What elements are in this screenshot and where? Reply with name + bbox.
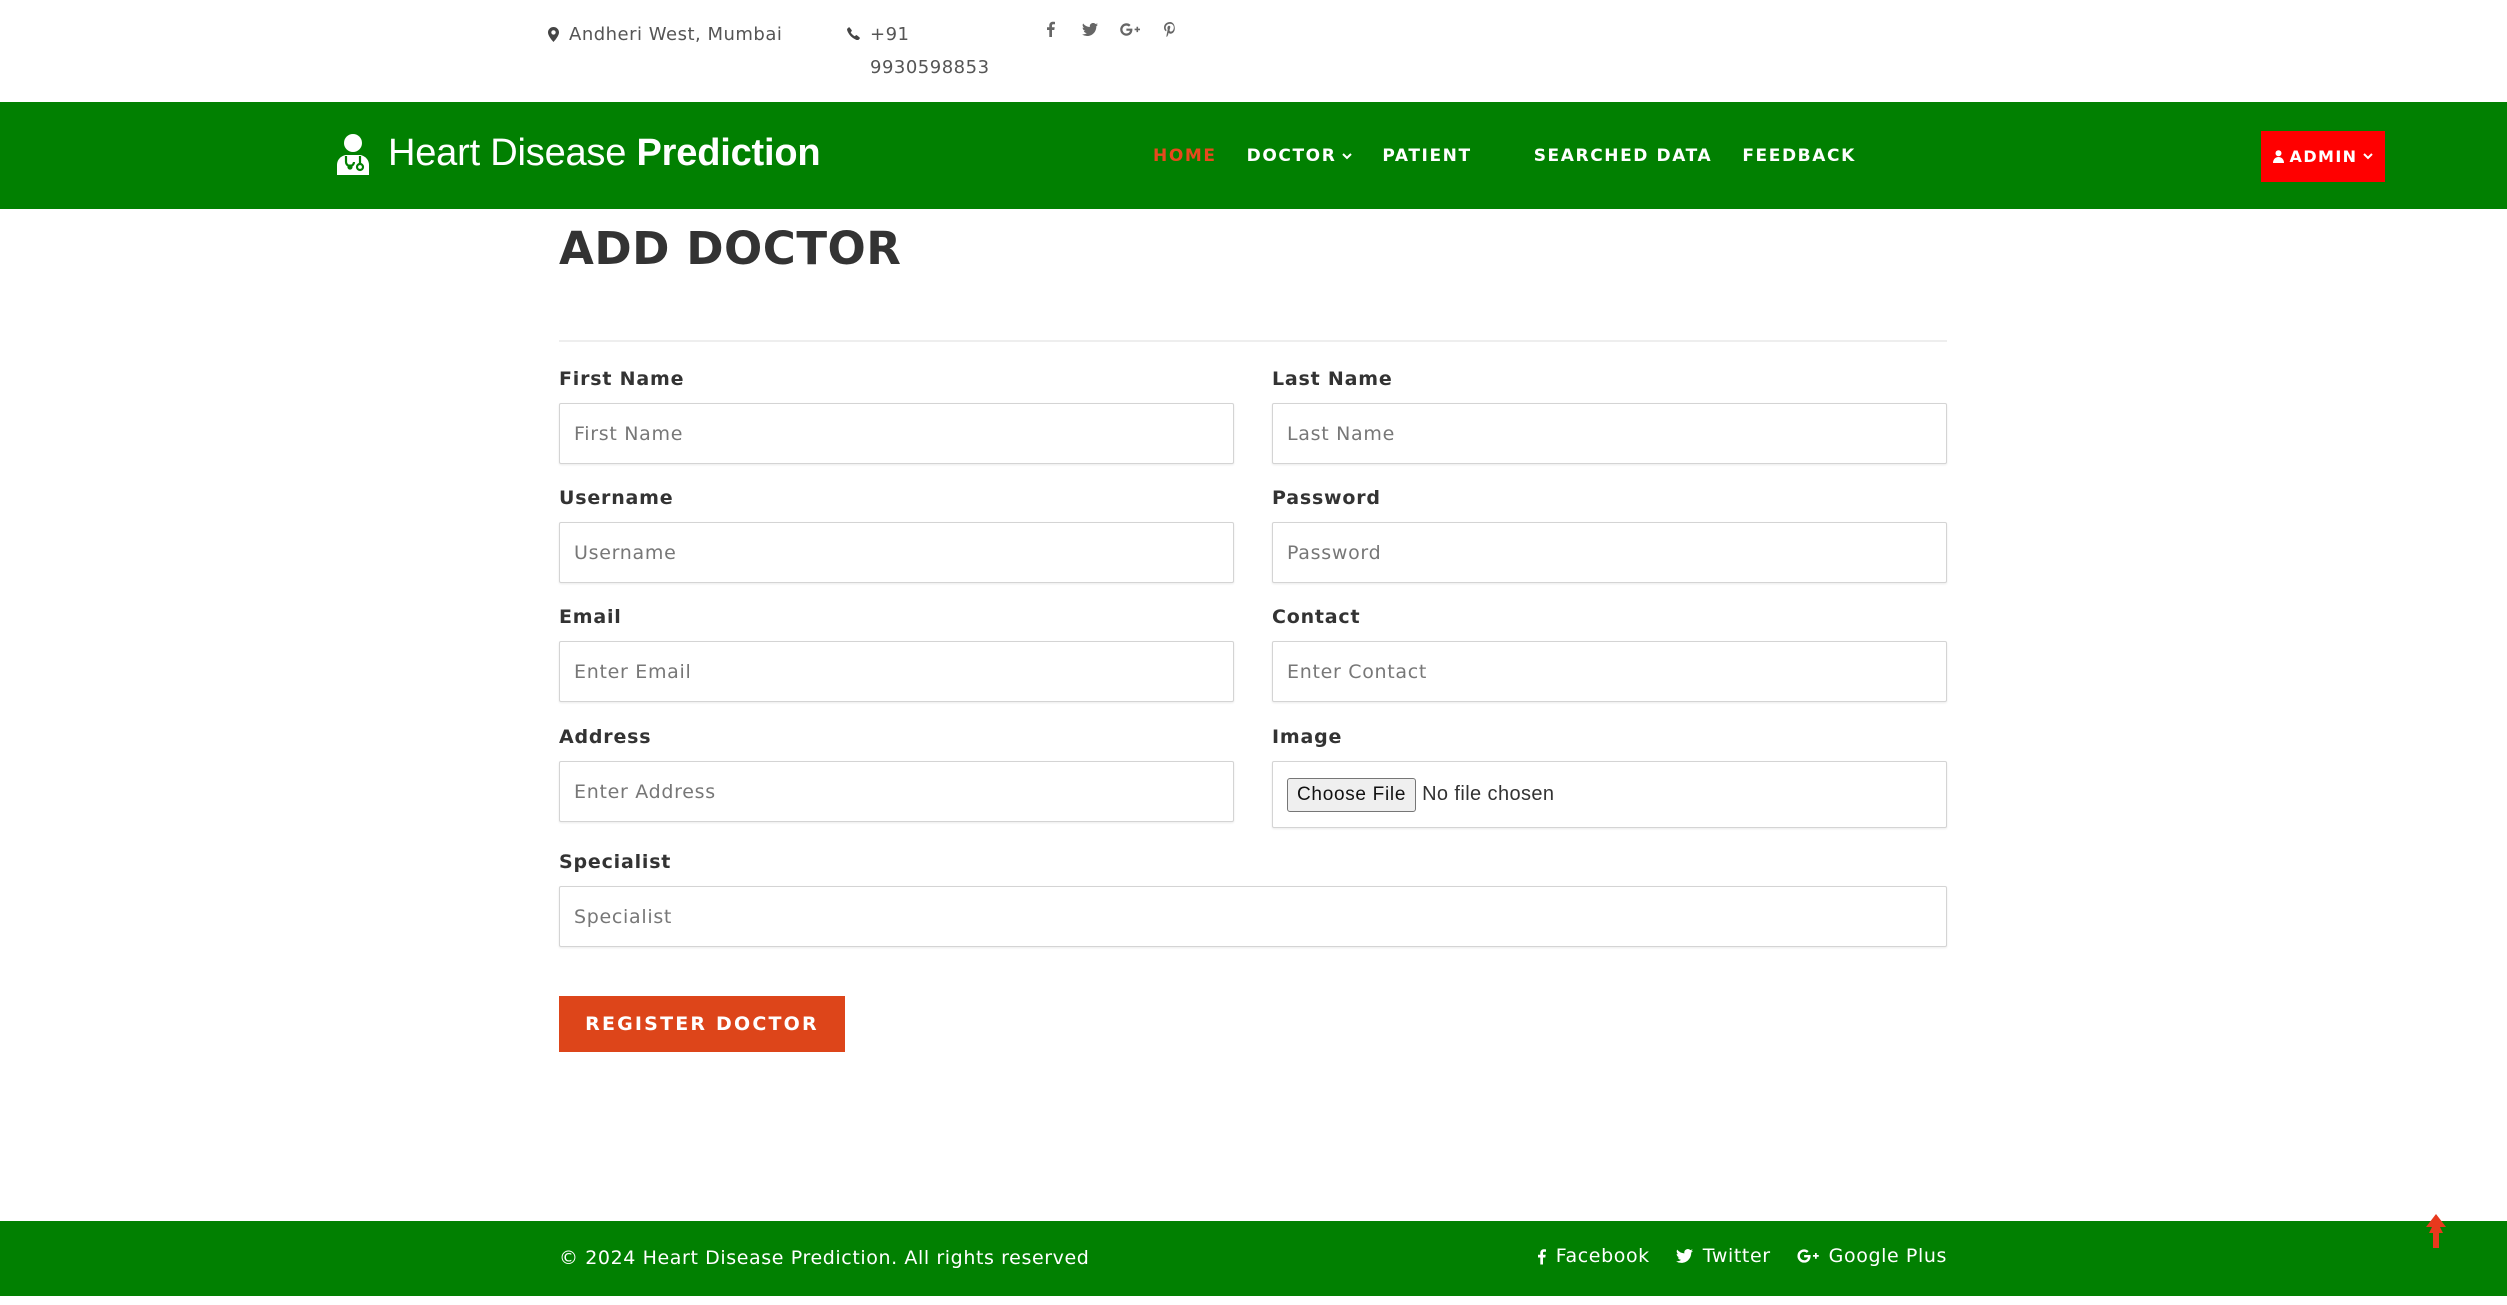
main-navbar: Heart Disease Prediction HOME DOCTOR PAT… <box>0 102 2507 209</box>
last-name-label: Last Name <box>1272 368 1393 390</box>
footer-google-plus-label: Google Plus <box>1828 1245 1947 1267</box>
email-label: Email <box>559 606 622 628</box>
password-group: Password <box>1272 484 1947 583</box>
phone-icon <box>847 27 860 40</box>
phone-info: +91 9930598853 <box>847 18 989 84</box>
nav-doctor-label: DOCTOR <box>1246 146 1337 166</box>
social-links-top <box>1030 18 1190 40</box>
footer-social-links: Facebook Twitter Google Plus <box>1511 1245 1947 1267</box>
specialist-group: Specialist <box>559 848 1947 947</box>
footer-twitter-link[interactable]: Twitter <box>1675 1245 1771 1267</box>
google-plus-icon <box>1797 1249 1819 1263</box>
map-marker-icon <box>548 27 559 42</box>
nav-patient-label: PATIENT <box>1382 146 1472 166</box>
image-file-input[interactable]: Choose File No file chosen <box>1272 761 1947 828</box>
nav-searched-data-label: SEARCHED DATA <box>1533 146 1713 166</box>
nav-patient[interactable]: PATIENT <box>1382 146 1471 166</box>
facebook-icon <box>1537 1248 1546 1264</box>
user-icon <box>2272 150 2284 163</box>
choose-file-button[interactable]: Choose File <box>1287 777 1417 812</box>
brand-logo[interactable]: Heart Disease Prediction <box>334 132 821 175</box>
image-label: Image <box>1272 726 1343 748</box>
contact-group: Contact <box>1272 603 1947 702</box>
footer-facebook-label: Facebook <box>1555 1245 1650 1267</box>
email-group: Email <box>559 603 1234 702</box>
image-group: Image Choose File No file chosen <box>1272 723 1947 828</box>
nav-menu: HOME DOCTOR PATIENT SEARCHED DATA FEEDBA… <box>1153 146 1886 166</box>
register-doctor-button[interactable]: REGISTER DOCTOR <box>559 996 845 1052</box>
brand-name-bold: Prediction <box>636 132 821 174</box>
nav-searched-data[interactable]: SEARCHED DATA <box>1534 146 1713 166</box>
address-group: Address <box>559 723 1234 822</box>
username-group: Username <box>559 484 1234 583</box>
specialist-input[interactable] <box>559 886 1947 947</box>
password-label: Password <box>1272 487 1381 509</box>
username-label: Username <box>559 487 674 509</box>
first-name-input[interactable] <box>559 403 1234 464</box>
address-info: Andheri West, Mumbai <box>548 18 782 51</box>
contact-label: Contact <box>1272 606 1361 628</box>
footer-facebook-link[interactable]: Facebook <box>1537 1245 1650 1267</box>
pinterest-icon[interactable] <box>1150 18 1190 40</box>
nav-doctor[interactable]: DOCTOR <box>1247 146 1353 166</box>
nav-feedback[interactable]: FEEDBACK <box>1742 146 1856 166</box>
twitter-icon[interactable] <box>1070 18 1110 40</box>
google-plus-icon[interactable] <box>1110 18 1150 40</box>
admin-dropdown-button[interactable]: ADMIN <box>2261 131 2385 182</box>
facebook-icon[interactable] <box>1030 18 1070 40</box>
chevron-down-icon <box>1342 152 1353 159</box>
last-name-group: Last Name <box>1272 365 1947 464</box>
address-label: Address <box>559 726 652 748</box>
password-input[interactable] <box>1272 522 1947 583</box>
last-name-input[interactable] <box>1272 403 1947 464</box>
copyright-text: © 2024 Heart Disease Prediction. All rig… <box>559 1247 1090 1269</box>
specialist-label: Specialist <box>559 851 672 873</box>
username-input[interactable] <box>559 522 1234 583</box>
contact-input[interactable] <box>1272 641 1947 702</box>
brand-name-light: Heart Disease <box>388 132 627 174</box>
page-title: ADD DOCTOR <box>559 222 902 275</box>
twitter-icon <box>1675 1249 1693 1263</box>
address-input[interactable] <box>559 761 1234 822</box>
email-input[interactable] <box>559 641 1234 702</box>
back-to-top-icon[interactable] <box>2424 1214 2448 1248</box>
nav-home[interactable]: HOME <box>1153 146 1217 166</box>
first-name-group: First Name <box>559 365 1234 464</box>
phone-text: +91 9930598853 <box>870 24 990 78</box>
address-text: Andheri West, Mumbai <box>569 24 783 45</box>
admin-label: ADMIN <box>2289 147 2358 166</box>
divider <box>559 340 1947 342</box>
footer: © 2024 Heart Disease Prediction. All rig… <box>0 1221 2507 1296</box>
doctor-icon <box>337 133 369 175</box>
nav-home-label: HOME <box>1153 146 1217 166</box>
chevron-down-icon <box>2363 153 2374 160</box>
footer-google-plus-link[interactable]: Google Plus <box>1797 1245 1947 1267</box>
first-name-label: First Name <box>559 368 685 390</box>
nav-feedback-label: FEEDBACK <box>1742 146 1856 166</box>
footer-twitter-label: Twitter <box>1702 1245 1771 1267</box>
file-status-text: No file chosen <box>1422 783 1555 805</box>
top-info-bar: Andheri West, Mumbai +91 9930598853 <box>0 0 2507 102</box>
